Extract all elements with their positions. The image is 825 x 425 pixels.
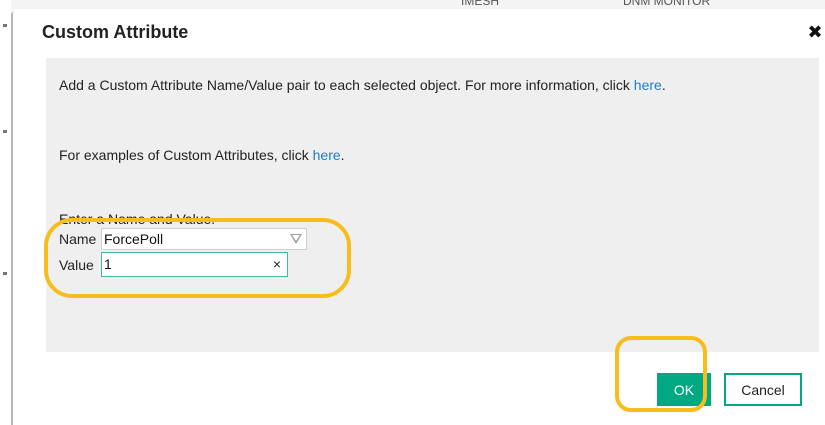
cancel-button[interactable]: Cancel — [724, 373, 802, 406]
close-icon[interactable]: ✖ — [806, 23, 824, 41]
info-text-end: . — [661, 77, 666, 93]
content-panel: Add a Custom Attribute Name/Value pair t… — [46, 58, 819, 352]
more-info-link[interactable]: here — [634, 77, 662, 93]
background-tick — [3, 272, 7, 275]
background-header-text: DNM MONITOR — [623, 0, 711, 8]
background-app-edge — [0, 0, 13, 425]
examples-text-body: For examples of Custom Attributes, click — [59, 147, 313, 163]
highlight-annotation-fields — [44, 218, 351, 298]
examples-link[interactable]: here — [313, 147, 341, 163]
examples-text: For examples of Custom Attributes, click… — [59, 147, 345, 163]
background-header-text: IMESH — [461, 0, 500, 8]
dialog-title: Custom Attribute — [42, 22, 189, 42]
info-text: Add a Custom Attribute Name/Value pair t… — [59, 77, 666, 93]
background-tick — [3, 130, 7, 133]
examples-text-end: . — [340, 147, 345, 163]
info-text-body: Add a Custom Attribute Name/Value pair t… — [59, 77, 634, 93]
background-tick — [3, 24, 7, 27]
highlight-annotation-ok — [615, 336, 707, 412]
